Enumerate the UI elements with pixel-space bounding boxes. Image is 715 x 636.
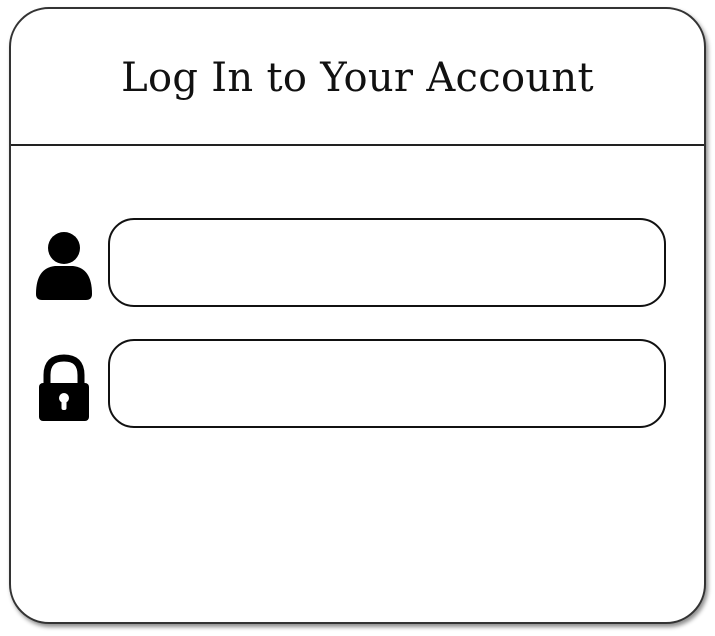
page-title: Log In to Your Account <box>121 54 594 101</box>
lock-icon <box>39 354 89 421</box>
username-field[interactable] <box>108 218 666 307</box>
password-field[interactable] <box>108 339 666 428</box>
login-header: Log In to Your Account <box>11 9 704 146</box>
user-icon <box>36 232 92 300</box>
username-row <box>11 218 704 312</box>
password-row <box>11 339 704 433</box>
login-card: Log In to Your Account <box>9 7 706 624</box>
